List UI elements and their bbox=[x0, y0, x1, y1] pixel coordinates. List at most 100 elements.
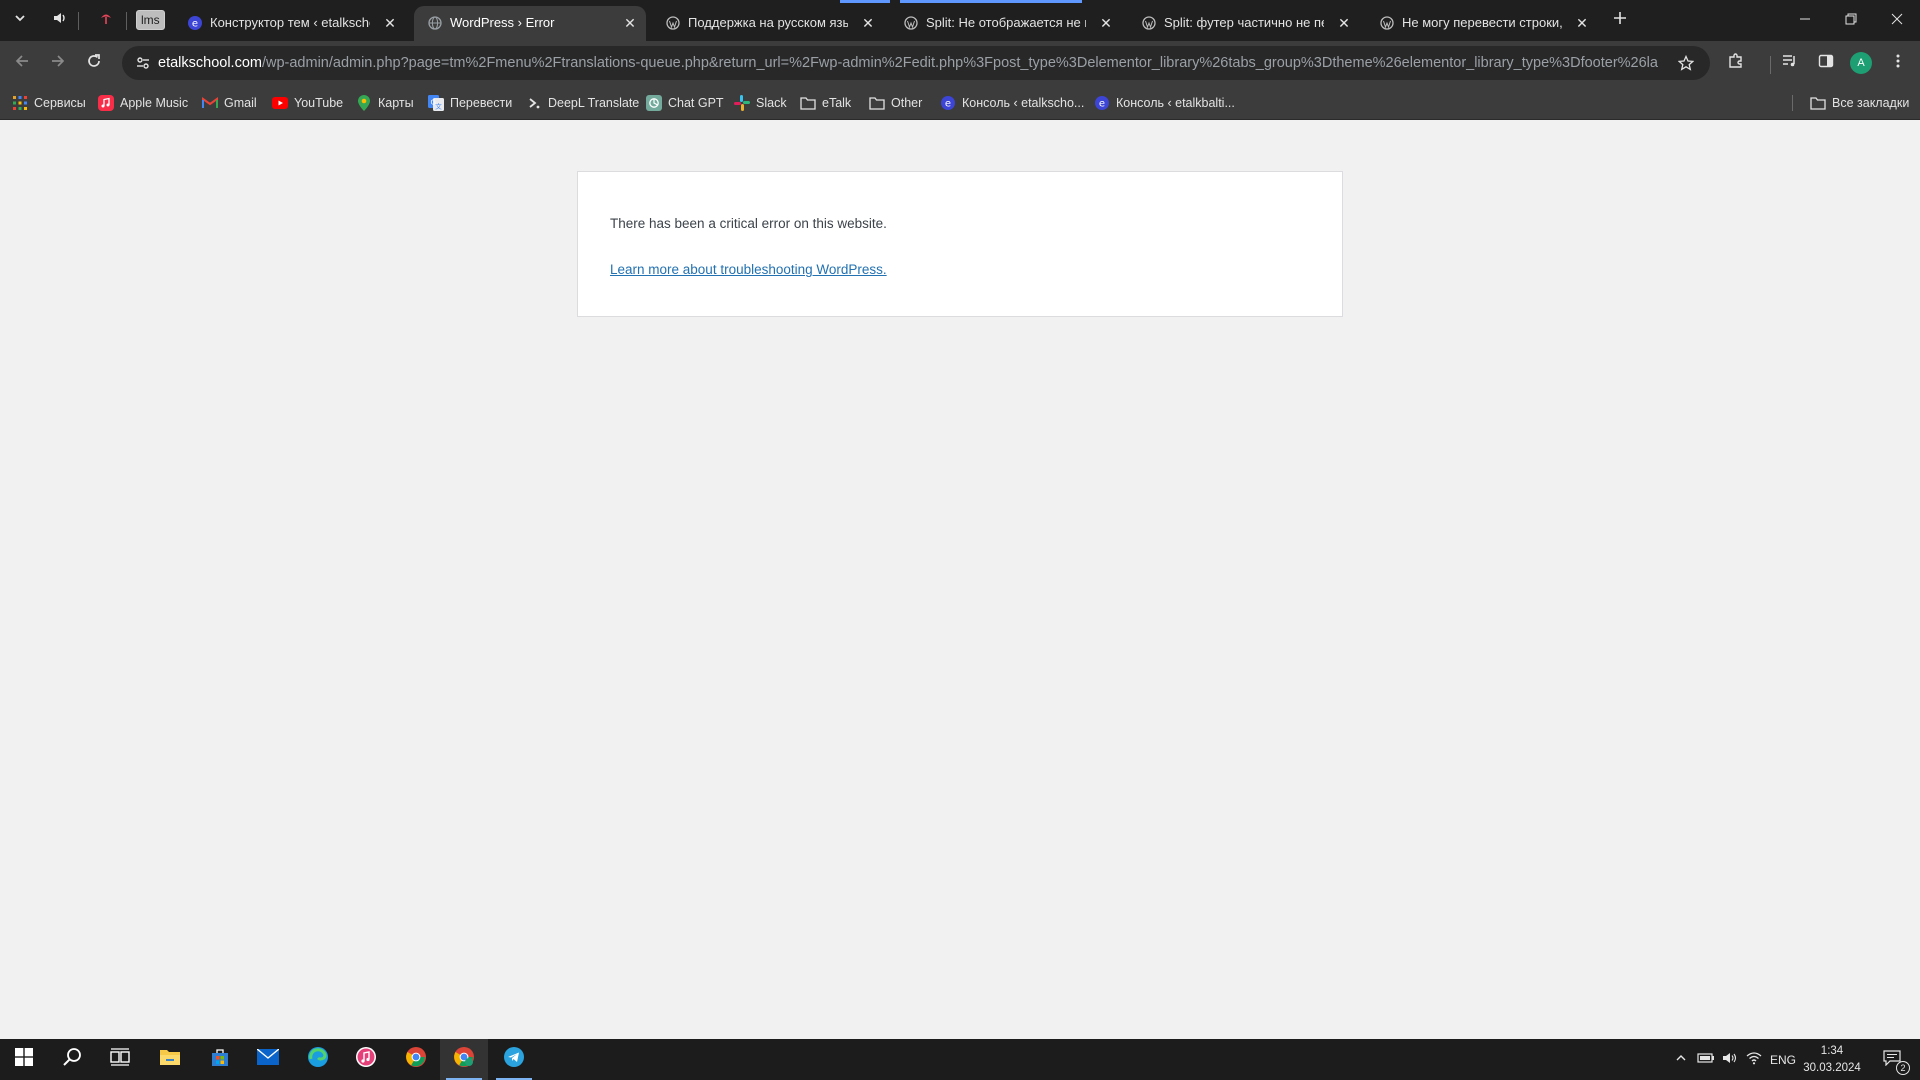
close-icon bbox=[1891, 12, 1903, 28]
extensions-button[interactable] bbox=[1722, 49, 1750, 77]
tab-split-2[interactable]: Split: футер частично не перев ✕ bbox=[1128, 6, 1360, 41]
gmail-icon bbox=[202, 95, 218, 111]
close-icon[interactable]: ✕ bbox=[380, 13, 400, 33]
folder-icon bbox=[1810, 95, 1826, 111]
bookmark-translate[interactable]: G文 Перевести bbox=[428, 92, 512, 114]
tab-title: Поддержка на русском языке bbox=[688, 15, 848, 30]
bookmark-folder-etalk[interactable]: eTalk bbox=[800, 92, 851, 114]
bookmark-gmail[interactable]: Gmail bbox=[202, 92, 257, 114]
browser-menu-button[interactable] bbox=[1884, 49, 1912, 77]
url-path: /wp-admin/admin.php?page=tm%2Fmenu%2Ftra… bbox=[261, 55, 1658, 71]
back-button[interactable] bbox=[8, 49, 36, 77]
task-view-button[interactable] bbox=[96, 1039, 144, 1080]
windows-logo-icon bbox=[15, 1048, 33, 1071]
media-playlist-icon bbox=[1781, 52, 1799, 75]
bookmark-deepl[interactable]: DeepL Translate bbox=[526, 92, 639, 114]
close-icon[interactable]: ✕ bbox=[1096, 13, 1116, 33]
store-bag-icon bbox=[210, 1047, 230, 1072]
tray-network[interactable] bbox=[1742, 1039, 1766, 1080]
taskbar-store[interactable] bbox=[196, 1039, 244, 1080]
taskbar-edge[interactable] bbox=[294, 1039, 342, 1080]
bookmark-folder-other[interactable]: Other bbox=[869, 92, 922, 114]
close-icon[interactable]: ✕ bbox=[620, 13, 640, 33]
forward-button[interactable] bbox=[44, 49, 72, 77]
restore-button[interactable] bbox=[1828, 0, 1874, 40]
pinned-tab-app[interactable] bbox=[94, 8, 118, 32]
address-bar[interactable]: etalkschool.com/wp-admin/admin.php?page=… bbox=[122, 46, 1710, 80]
bookmark-slack[interactable]: Slack bbox=[734, 92, 787, 114]
taskbar-chrome-profile[interactable] bbox=[440, 1039, 488, 1080]
bookmark-label: Сервисы bbox=[34, 96, 86, 110]
new-tab-button[interactable] bbox=[1608, 8, 1632, 32]
bookmark-youtube[interactable]: YouTube bbox=[272, 92, 343, 114]
arrow-left-icon bbox=[14, 53, 30, 74]
taskbar-file-explorer[interactable] bbox=[146, 1039, 194, 1080]
site-info-icon[interactable] bbox=[130, 50, 156, 76]
bookmarks-separator bbox=[1792, 95, 1793, 111]
tray-language[interactable]: ENG bbox=[1768, 1039, 1798, 1080]
kebab-menu-icon bbox=[1890, 53, 1906, 74]
bookmark-console-etalkbaltic[interactable]: e Консоль ‹ etalkbalti... bbox=[1094, 92, 1235, 114]
bookmark-console-etalkschool[interactable]: e Консоль ‹ etalkscho... bbox=[940, 92, 1084, 114]
taskbar-itunes[interactable] bbox=[342, 1039, 390, 1080]
bookmark-chatgpt[interactable]: Chat GPT bbox=[646, 92, 724, 114]
profile-avatar[interactable]: A bbox=[1850, 52, 1872, 74]
minimize-button[interactable] bbox=[1782, 0, 1828, 40]
pinned-tab-audio[interactable] bbox=[48, 8, 72, 32]
folder-icon bbox=[800, 95, 816, 111]
chrome-icon bbox=[405, 1046, 427, 1073]
chevron-up-icon bbox=[1675, 1052, 1687, 1067]
media-control-button[interactable] bbox=[1776, 49, 1804, 77]
windows-taskbar: ENG 1:34 30.03.2024 2 bbox=[0, 1039, 1920, 1080]
taskbar-telegram[interactable] bbox=[490, 1039, 538, 1080]
taskbar-mail[interactable] bbox=[244, 1039, 292, 1080]
page-viewport: There has been a critical error on this … bbox=[0, 120, 1920, 1039]
taskbar-clock[interactable]: 1:34 30.03.2024 bbox=[1800, 1043, 1864, 1077]
tab-search-button[interactable] bbox=[8, 8, 32, 32]
tab-support-ru[interactable]: Поддержка на русском языке ✕ bbox=[652, 6, 884, 41]
puzzle-icon bbox=[1727, 52, 1745, 75]
tab-title: Не могу перевести строки, ко bbox=[1402, 15, 1562, 30]
bookmark-services[interactable]: Сервисы bbox=[12, 92, 86, 114]
close-icon[interactable]: ✕ bbox=[1572, 13, 1592, 33]
bookmark-maps[interactable]: Карты bbox=[356, 92, 414, 114]
bookmark-apple-music[interactable]: Apple Music bbox=[98, 92, 188, 114]
tray-overflow-button[interactable] bbox=[1668, 1039, 1694, 1080]
taskbar-search-button[interactable] bbox=[48, 1039, 96, 1080]
pinned-tab-lms[interactable]: lms bbox=[136, 10, 165, 30]
bookmark-label: YouTube bbox=[294, 96, 344, 110]
start-button[interactable] bbox=[0, 1039, 48, 1080]
tab-separator bbox=[126, 12, 127, 30]
side-panel-button[interactable] bbox=[1812, 49, 1840, 77]
taskbar-chrome[interactable] bbox=[392, 1039, 440, 1080]
search-icon bbox=[62, 1047, 82, 1072]
url-text[interactable]: etalkschool.com/wp-admin/admin.php?page=… bbox=[158, 55, 1658, 72]
tray-volume[interactable] bbox=[1718, 1039, 1742, 1080]
close-icon[interactable]: ✕ bbox=[1334, 13, 1354, 33]
reload-button[interactable] bbox=[80, 49, 108, 77]
tab-loading-indicator bbox=[840, 0, 890, 3]
close-window-button[interactable] bbox=[1874, 0, 1920, 40]
bookmark-label: Консоль ‹ etalkscho... bbox=[962, 96, 1085, 110]
etalk-e-icon: e bbox=[188, 16, 202, 30]
toolbar-separator bbox=[1770, 56, 1771, 74]
tab-loading-indicator bbox=[900, 0, 1082, 3]
wordpress-icon bbox=[904, 16, 918, 30]
arrow-right-icon bbox=[50, 53, 66, 74]
tab-title: Split: Не отображается не пер bbox=[926, 15, 1086, 30]
tab-split-1[interactable]: Split: Не отображается не пер ✕ bbox=[890, 6, 1122, 41]
bookmark-label: Консоль ‹ etalkbalti... bbox=[1116, 96, 1235, 110]
bookmark-star-icon[interactable] bbox=[1674, 51, 1698, 75]
tab-wordpress-error[interactable]: WordPress › Error ✕ bbox=[414, 6, 646, 41]
url-host: etalkschool.com bbox=[158, 55, 262, 71]
speaker-icon bbox=[1722, 1051, 1738, 1068]
bookmark-label: eTalk bbox=[822, 96, 852, 110]
all-bookmarks-button[interactable]: Все закладки bbox=[1810, 92, 1909, 114]
chevron-down-icon bbox=[13, 11, 27, 30]
tab-theme-builder[interactable]: e Конструктор тем ‹ etalkschool — ✕ bbox=[174, 6, 406, 41]
tab-cant-translate[interactable]: Не могу перевести строки, ко ✕ bbox=[1366, 6, 1598, 41]
telegram-icon bbox=[503, 1046, 525, 1073]
troubleshooting-link[interactable]: Learn more about troubleshooting WordPre… bbox=[610, 262, 887, 277]
close-icon[interactable]: ✕ bbox=[858, 13, 878, 33]
tray-battery[interactable] bbox=[1694, 1039, 1718, 1080]
